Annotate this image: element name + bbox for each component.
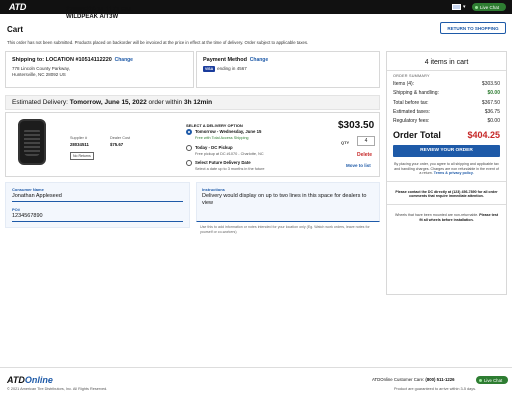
payment-heading: Payment Method: [203, 57, 248, 63]
terms-link[interactable]: Terms & privacy policy.: [434, 171, 474, 175]
product-name[interactable]: 275/55R20 XL 117T FAL WILDPEAK A/T3W: [66, 7, 151, 21]
delivery-option-label: Tomorrow - Wednesday, June 15: [195, 129, 262, 135]
order-summary-heading: ORDER SUMMARY: [393, 74, 430, 78]
live-chat-label: Live Chat: [484, 377, 503, 383]
dealer-cost-value: $75.67: [110, 142, 124, 147]
radio-selected-icon[interactable]: [186, 129, 192, 135]
delivery-option-future[interactable]: Select Future Delivery Date Select a dat…: [186, 160, 264, 171]
divider: [387, 70, 506, 71]
items-count: 4 items in cart: [424, 59, 469, 66]
chat-status-icon: [475, 5, 478, 9]
care-label: ATDOnline Customer Care:: [372, 377, 426, 382]
estimate-date: Tomorrow, June 15, 2022: [69, 99, 147, 106]
summary-row-taxes: Estimated taxes: $36.75: [393, 109, 500, 115]
order-notice: This order has not been submitted. Produ…: [7, 40, 309, 45]
copyright: © 2021 American Tire Distributors, Inc. …: [7, 387, 108, 391]
footer: ATDOnline © 2021 American Tire Distribut…: [0, 367, 512, 396]
summary-label: Total before tax:: [393, 99, 429, 106]
divider: [387, 180, 506, 182]
estimate-middle: order within: [146, 99, 184, 106]
card-ending: ending in 4567: [217, 66, 247, 71]
summary-value: $0.00: [487, 117, 500, 124]
summary-row-shipping: Shipping & handling: $0.00: [393, 90, 500, 96]
delivery-option-sub: Free pickup at DC #1070 - Charlotte, NC: [195, 152, 264, 156]
summary-row-items: Items (4): $303.50: [393, 81, 500, 87]
change-payment-link[interactable]: Change: [250, 57, 268, 63]
no-returns-badge: No Returns: [70, 152, 94, 160]
logo-atd: ATD: [7, 375, 25, 385]
summary-value: $36.75: [484, 108, 500, 115]
summary-row-fees: Regulatory fees: $0.00: [393, 118, 500, 124]
instructions-help: Use this to add information or notes int…: [200, 225, 370, 234]
delete-link[interactable]: Delete: [357, 152, 372, 158]
summary-label: Regulatory fees:: [393, 117, 430, 124]
delivery-option-tomorrow[interactable]: Tomorrow - Wednesday, June 15 Free with …: [186, 129, 261, 140]
radio-icon[interactable]: [186, 160, 192, 166]
delivery-guarantee: Product are guaranteed to arrive within …: [394, 387, 477, 391]
chevron-down-icon[interactable]: ▾: [463, 4, 466, 10]
customer-care: ATDOnline Customer Care: (800) 511-1226: [372, 377, 455, 382]
address-line-2: Huntersville, NC 28092 US: [12, 72, 66, 77]
order-summary-panel: 4 items in cart ORDER SUMMARY Items (4):…: [386, 51, 507, 295]
delivery-option-pickup[interactable]: Today - DC Pickup Free pickup at DC #107…: [186, 145, 264, 156]
shipping-panel: Shipping to: LOCATION #10514112220 Chang…: [5, 51, 194, 88]
qty-label: QTY: [341, 140, 350, 145]
delivery-option-sub: Select a date up to 3 months in the futu…: [195, 167, 265, 171]
estimate-countdown: 3h 12min: [183, 99, 213, 106]
live-chat-button[interactable]: Live Chat: [472, 3, 506, 11]
dealer-contact-note: Please contact the DC directly at (123) …: [395, 189, 498, 199]
page-title: Cart: [7, 25, 24, 34]
summary-label: Estimated taxes:: [393, 108, 430, 115]
move-to-list-link[interactable]: Move to list: [346, 163, 371, 168]
po-label: PO#: [12, 207, 21, 212]
delivery-option-label: Select Future Delivery Date: [195, 160, 251, 166]
estimated-delivery-bar: Estimated Delivery: Tomorrow, June 15, 2…: [5, 95, 380, 110]
instructions-label: Instructions: [202, 187, 225, 192]
wheel-note: Wheels that have been mounted are non-re…: [393, 213, 500, 222]
customer-fields: Consumer Name Jonathan Appleseed PO# 123…: [5, 182, 190, 228]
summary-value: $0.00: [487, 90, 500, 97]
wheel-note-text: Wheels that have been mounted are non-re…: [394, 212, 480, 217]
instructions-text[interactable]: Delivery would display on up to two line…: [202, 193, 374, 207]
instructions-field[interactable]: Instructions Delivery would display on u…: [196, 182, 380, 222]
shipping-heading: Shipping to: LOCATION #10514112220: [12, 57, 112, 63]
delivery-option-label: Today - DC Pickup: [195, 145, 233, 151]
footer-live-chat-button[interactable]: Live Chat: [476, 376, 508, 384]
us-flag-icon[interactable]: [452, 4, 461, 10]
order-total: Order Total $404.25: [393, 130, 500, 140]
care-phone-link[interactable]: (800) 511-1226: [425, 377, 454, 382]
divider: [387, 203, 506, 205]
consumer-name-input[interactable]: Jonathan Appleseed: [12, 193, 183, 202]
legal-text: By placing your order, you agree to all …: [393, 162, 500, 176]
payment-panel: Payment Method Change VISA ending in 4567: [196, 51, 380, 88]
summary-label: Items (4):: [393, 81, 415, 88]
po-input[interactable]: 1234567890: [12, 213, 183, 222]
review-order-button[interactable]: REVIEW YOUR ORDER: [393, 144, 500, 157]
summary-label: Shipping & handling:: [393, 90, 439, 97]
order-total-label: Order Total: [393, 129, 441, 140]
supplier-value: 28034511: [70, 142, 89, 147]
line-item-price: $303.50: [338, 120, 375, 131]
atd-logo[interactable]: ATD: [9, 2, 26, 12]
atd-online-logo[interactable]: ATDOnline: [7, 375, 53, 385]
quantity-input[interactable]: 4: [357, 136, 375, 146]
consumer-name-label: Consumer Name: [12, 187, 44, 192]
summary-row-pretax: Total before tax: $367.50: [393, 100, 500, 106]
order-total-value: $404.25: [467, 129, 500, 140]
delivery-options-title: SELECT A DELIVERY OPTION: [186, 123, 243, 128]
tire-image[interactable]: [18, 119, 46, 165]
dealer-cost-label: Dealer Cost: [110, 136, 131, 140]
live-chat-label: Live Chat: [480, 4, 500, 10]
summary-value: $303.50: [481, 81, 500, 88]
delivery-option-sub: Free with Total Access Shipping: [195, 136, 249, 140]
chat-status-icon: [479, 378, 482, 382]
supplier-label: Supplier #: [70, 136, 88, 140]
logo-online: Online: [24, 375, 53, 385]
visa-card-icon: VISA: [203, 66, 216, 72]
estimate-prefix: Estimated Delivery:: [12, 99, 70, 106]
radio-icon[interactable]: [186, 145, 192, 151]
return-to-shopping-button[interactable]: RETURN TO SHOPPING: [440, 22, 506, 34]
summary-value: $367.50: [481, 99, 500, 106]
change-shipping-link[interactable]: Change: [115, 57, 133, 63]
